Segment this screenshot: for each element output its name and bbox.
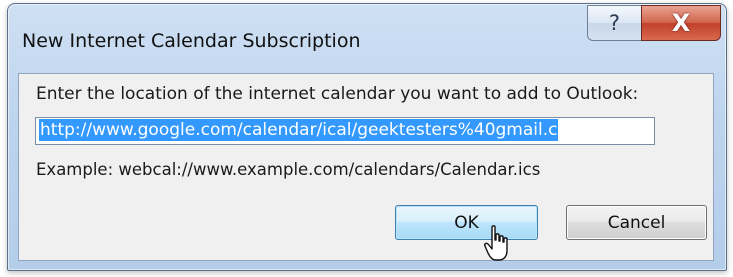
ok-button[interactable]: OK xyxy=(395,205,538,240)
close-button[interactable]: X xyxy=(641,5,721,41)
calendar-url-value: http://www.google.com/calendar/ical/geek… xyxy=(39,119,559,141)
dialog-title: New Internet Calendar Subscription xyxy=(22,30,361,52)
example-text: Example: webcal://www.example.com/calend… xyxy=(36,160,541,179)
cancel-button[interactable]: Cancel xyxy=(566,205,707,240)
location-prompt: Enter the location of the internet calen… xyxy=(36,84,639,104)
dialog-content: Enter the location of the internet calen… xyxy=(18,73,714,261)
close-icon: X xyxy=(671,9,691,37)
help-icon: ? xyxy=(608,11,621,35)
help-button[interactable]: ? xyxy=(587,5,641,41)
hand-pointer-cursor-icon xyxy=(484,225,508,261)
calendar-url-input[interactable]: http://www.google.com/calendar/ical/geek… xyxy=(35,117,655,145)
